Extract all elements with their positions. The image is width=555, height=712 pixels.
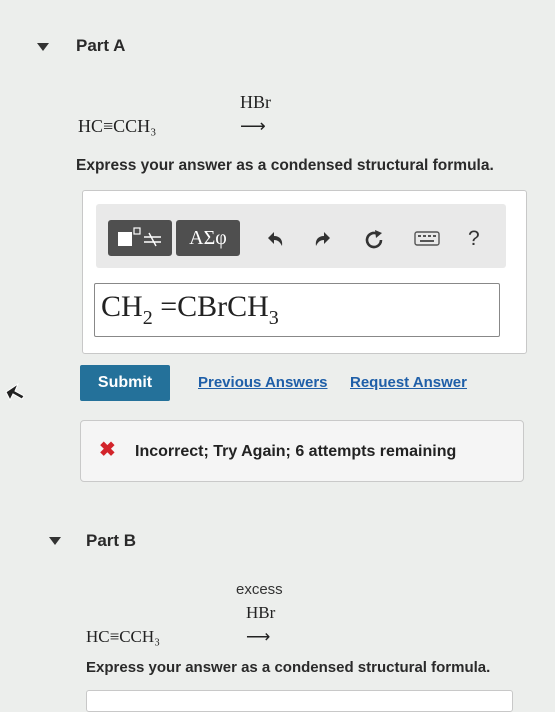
collapse-part-b-icon[interactable] [49, 537, 61, 545]
answer-input[interactable]: CH2 =CBrCH3 [94, 283, 500, 337]
answer-formula: CH2 =CBrCH3 [101, 290, 279, 329]
keyboard-icon[interactable] [414, 228, 440, 252]
template-button[interactable] [108, 220, 172, 256]
part-b-arrow: ⟶ [246, 627, 271, 646]
previous-answers-link[interactable]: Previous Answers [198, 374, 328, 391]
template-icon [118, 227, 161, 247]
part-b-answer-panel [86, 690, 513, 712]
part-b-reactant: HC≡CCH₃ [86, 627, 161, 646]
redo-icon[interactable] [312, 228, 334, 254]
collapse-part-a-icon[interactable] [37, 43, 49, 51]
part-b-title: Part B [86, 531, 137, 550]
request-answer-link[interactable]: Request Answer [350, 374, 467, 391]
incorrect-icon: ✖ [99, 439, 116, 461]
part-b-reagent: HBr [246, 603, 276, 622]
part-a-reagent: HBr [240, 92, 271, 112]
help-icon[interactable]: ? [468, 228, 480, 250]
undo-icon[interactable] [264, 228, 286, 254]
part-b-reagent-excess: excess [236, 581, 283, 598]
equation-toolbar: ΑΣφ ? [96, 204, 506, 268]
submit-button[interactable]: Submit [80, 365, 170, 401]
feedback-message: Incorrect; Try Again; 6 attempts remaini… [135, 443, 457, 460]
feedback-box: ✖ Incorrect; Try Again; 6 attempts remai… [80, 420, 524, 482]
part-a-reactant: HC≡CCH₃ [78, 116, 157, 136]
part-a-arrow: ⟶ [240, 116, 266, 136]
greek-symbols-button[interactable]: ΑΣφ [176, 220, 240, 256]
part-a-instruction: Express your answer as a condensed struc… [76, 157, 494, 174]
mouse-cursor-icon [5, 382, 25, 402]
part-b-instruction: Express your answer as a condensed struc… [86, 659, 491, 676]
reset-icon[interactable] [362, 228, 386, 256]
part-a-title: Part A [76, 36, 126, 55]
